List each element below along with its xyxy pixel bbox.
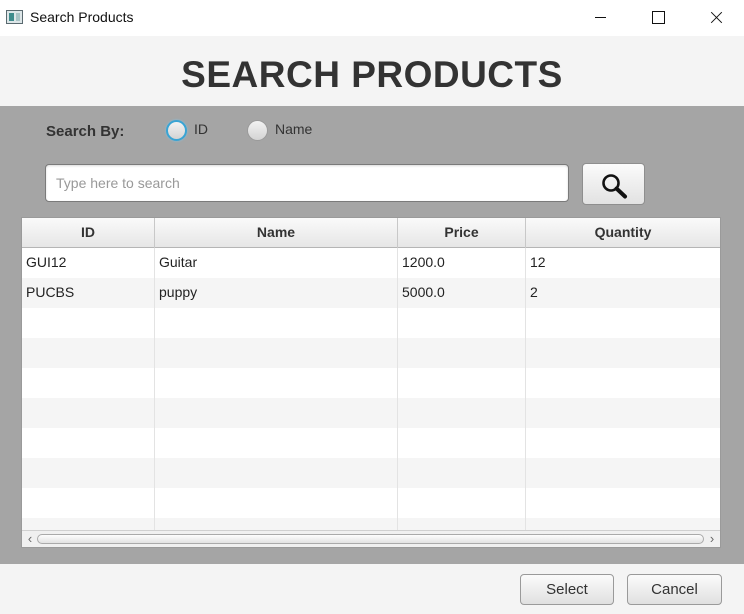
table-header: ID Name Price Quantity xyxy=(22,218,720,248)
cell-price: 1200.0 xyxy=(398,248,526,278)
cell-name: Guitar xyxy=(155,248,398,278)
cell-id: PUCBS xyxy=(22,278,155,308)
minimize-icon[interactable] xyxy=(571,0,629,36)
search-icon xyxy=(602,174,627,199)
column-header-quantity[interactable]: Quantity xyxy=(526,218,720,248)
select-button[interactable]: Select xyxy=(520,574,614,605)
cell-price: 5000.0 xyxy=(398,278,526,308)
table-row[interactable]: PUCBS puppy 5000.0 2 xyxy=(22,278,720,308)
radio-label-name[interactable]: Name xyxy=(275,121,312,137)
table-body: GUI12 Guitar 1200.0 12 PUCBS puppy 5000.… xyxy=(22,248,720,530)
search-input[interactable] xyxy=(45,164,569,202)
cell-id: GUI12 xyxy=(22,248,155,278)
empty-row xyxy=(22,338,720,368)
column-header-name[interactable]: Name xyxy=(155,218,398,248)
column-header-price[interactable]: Price xyxy=(398,218,526,248)
cell-name: puppy xyxy=(155,278,398,308)
column-header-id[interactable]: ID xyxy=(22,218,155,248)
chevron-right-icon[interactable]: › xyxy=(706,532,718,546)
chevron-left-icon[interactable]: ‹ xyxy=(24,532,36,546)
title-bar: Search Products xyxy=(0,0,744,36)
search-by-label: Search By: xyxy=(46,123,125,140)
scrollbar-thumb[interactable] xyxy=(37,534,704,544)
close-icon[interactable] xyxy=(687,0,744,36)
table-row[interactable]: GUI12 Guitar 1200.0 12 xyxy=(22,248,720,278)
maximize-icon[interactable] xyxy=(629,0,687,36)
page-title: SEARCH PRODUCTS xyxy=(181,54,563,95)
empty-row xyxy=(22,458,720,488)
app-icon xyxy=(6,10,23,24)
cancel-button[interactable]: Cancel xyxy=(627,574,722,605)
radio-circle-id[interactable] xyxy=(166,120,187,141)
cell-quantity: 2 xyxy=(530,284,538,300)
radio-circle-name[interactable] xyxy=(247,120,268,141)
empty-row xyxy=(22,398,720,428)
empty-row xyxy=(22,308,720,338)
search-button[interactable] xyxy=(582,163,645,205)
empty-row xyxy=(22,518,720,530)
horizontal-scrollbar[interactable]: ‹ › xyxy=(22,530,720,547)
products-table: ID Name Price Quantity GUI12 Guitar 1200… xyxy=(21,217,721,548)
search-panel: Search By: ID Name ID Name Price Quantit… xyxy=(0,106,744,564)
empty-row xyxy=(22,368,720,398)
empty-row xyxy=(22,488,720,518)
window-title: Search Products xyxy=(30,9,134,25)
page-header: SEARCH PRODUCTS xyxy=(0,36,744,106)
empty-row xyxy=(22,428,720,458)
cell-quantity: 12 xyxy=(530,254,546,270)
radio-label-id[interactable]: ID xyxy=(194,121,208,137)
dialog-footer: Select Cancel xyxy=(0,564,744,614)
